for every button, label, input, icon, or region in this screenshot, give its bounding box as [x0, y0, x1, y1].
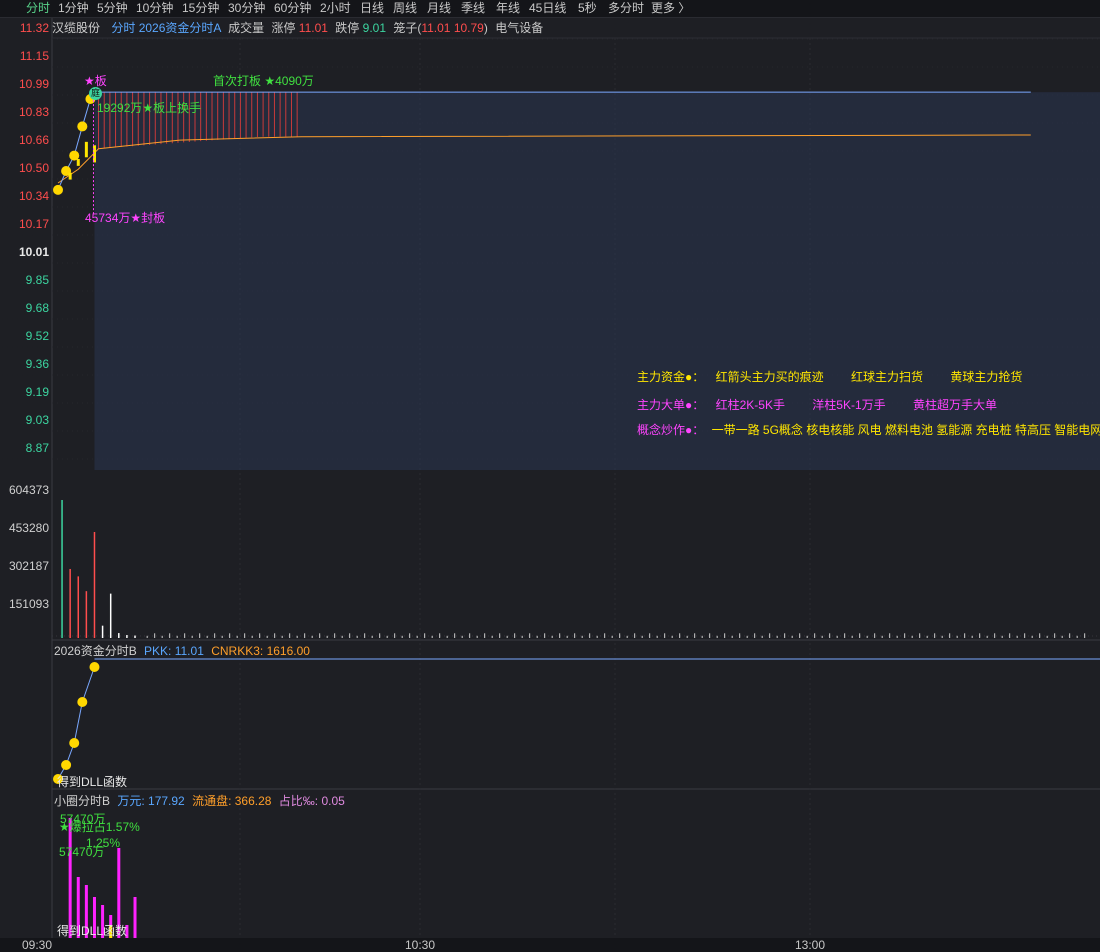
- legend-concepts: 概念炒作●： 一带一路 5G概念 核电核能 风电 燃料电池 氢能源 充电桩 特高…: [637, 421, 1100, 438]
- legend-row2-item: 洋柱5K-1万手: [812, 398, 886, 412]
- panel2-header: 2026资金分时B PKK: 11.01 CNRKK3: 1616.00: [54, 642, 310, 659]
- mini-candle: [68, 172, 72, 180]
- legend-main-funds: 主力资金●： 红箭头主力买的痕迹 红球主力扫货 黄球主力抢货: [637, 368, 1022, 385]
- panel3-wan: 万元: 177.92: [117, 794, 185, 808]
- legend-row1-item: 黄球主力抢货: [950, 370, 1023, 384]
- panel3-float: 流通盘: 366.28: [192, 794, 272, 808]
- panel3-ratio: 占比‰: 0.05: [278, 794, 345, 808]
- panel3-bar: [133, 897, 137, 938]
- panel3-title[interactable]: 小圈分时B: [54, 794, 110, 808]
- chart-canvas[interactable]: [0, 0, 1100, 952]
- panel3-header: 小圈分时B 万元: 177.92 流通盘: 366.28 占比‰: 0.05: [54, 792, 345, 809]
- legend-row1-item: 红箭头主力买的痕迹: [715, 370, 824, 384]
- main-force-dot: [77, 121, 88, 132]
- panel2-dot: [69, 738, 80, 748]
- seal-annotation: 45734万★封板: [85, 211, 166, 225]
- panel2-title[interactable]: 2026资金分时B: [54, 644, 137, 658]
- panel2-footer: 得到DLL函数: [57, 775, 128, 789]
- mini-candle: [84, 141, 88, 158]
- legend-big-orders: 主力大单●： 红柱2K-5K手 洋柱5K-1万手 黄柱超万手大单: [637, 396, 997, 413]
- panel2-cnrkk3: CNRKK3: 1616.00: [211, 644, 310, 658]
- panel3-footer: 得到DLL函数: [57, 924, 128, 938]
- turnover-annotation: 19292万★板上换手: [97, 101, 202, 115]
- legend-concepts-text: 一带一路 5G概念 核电核能 风电 燃料电池 氢能源 充电桩 特高压 智能电网: [711, 423, 1100, 437]
- panel3-label4: 1.25%: [86, 836, 121, 850]
- mini-candle: [76, 159, 80, 166]
- time-tick-label: 10:30: [405, 938, 436, 952]
- time-tick-label: 09:30: [22, 938, 53, 952]
- price-area-fill: [94, 92, 1100, 471]
- panel3-label2: ★爆拉占1.57%: [59, 820, 140, 834]
- panel2-pkk: PKK: 11.01: [144, 644, 204, 658]
- panel2-dot: [77, 697, 88, 707]
- legend-row1-label: 主力资金●：: [637, 370, 705, 384]
- panel2-dot: [61, 760, 72, 770]
- legend-row2-item: 黄柱超万手大单: [913, 398, 998, 412]
- panel3-bar: [68, 818, 72, 938]
- time-tick-label: 13:00: [795, 938, 826, 952]
- legend-row1-item: 红球主力扫货: [850, 370, 923, 384]
- legend-row2-label: 主力大单●：: [637, 398, 705, 412]
- legend-row2-item: 红柱2K-5K手: [715, 398, 785, 412]
- legend-row3-label: 概念炒作●：: [637, 423, 705, 437]
- time-axis: 09:30 10:30 13:00: [0, 938, 1100, 952]
- main-force-dot: [53, 184, 63, 195]
- panel2-dot: [89, 662, 100, 672]
- first-board-annotation: 首次打板 ★4090万: [213, 74, 314, 88]
